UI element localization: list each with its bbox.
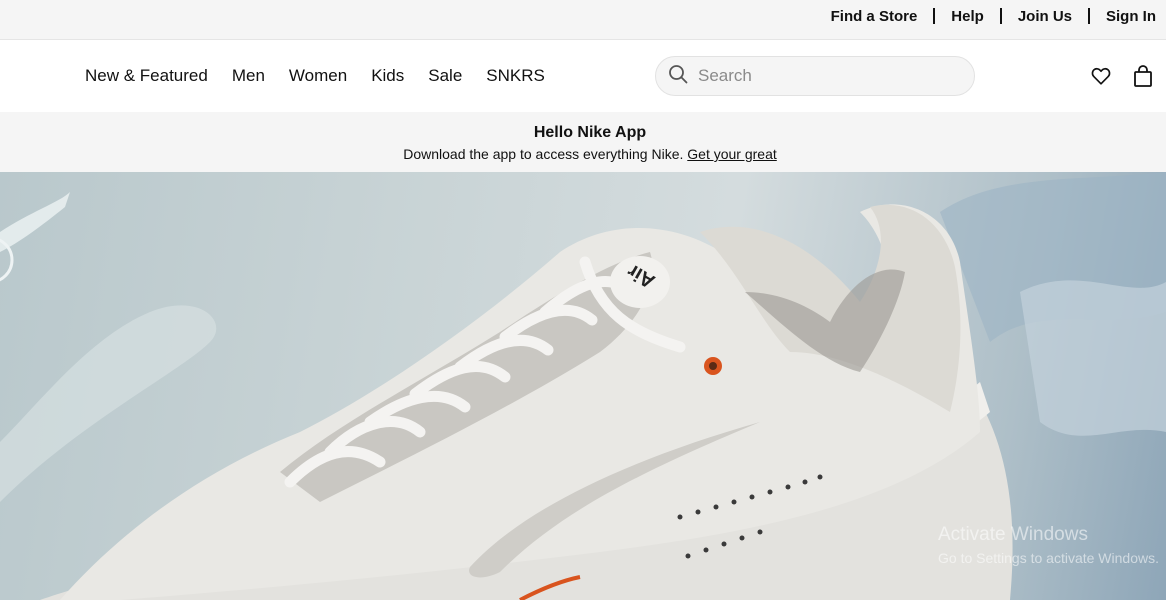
nav-item-women[interactable]: Women bbox=[289, 66, 347, 86]
main-nav: New & Featured Men Women Kids Sale SNKRS bbox=[85, 40, 545, 112]
utility-bar: Find a Store Help Join Us Sign In bbox=[0, 0, 1166, 40]
nav-item-snkrs[interactable]: SNKRS bbox=[486, 66, 545, 86]
search-input[interactable] bbox=[698, 66, 948, 86]
help-link[interactable]: Help bbox=[951, 8, 984, 25]
nav-item-sale[interactable]: Sale bbox=[428, 66, 462, 86]
watermark-subtitle: Go to Settings to activate Windows. bbox=[938, 550, 1159, 566]
app-promo-banner: Hello Nike App Download the app to acces… bbox=[0, 112, 1166, 172]
bag-icon[interactable] bbox=[1132, 64, 1154, 93]
promo-title: Hello Nike App bbox=[533, 124, 647, 141]
hero-image[interactable]: Air Activate Windows Go to Settings to a… bbox=[0, 172, 1166, 600]
nav-item-kids[interactable]: Kids bbox=[371, 66, 404, 86]
divider bbox=[1088, 8, 1090, 24]
get-your-great-link[interactable]: Get your great bbox=[687, 146, 777, 162]
search-box[interactable] bbox=[655, 56, 975, 96]
promo-text-line: Download the app to access everything Ni… bbox=[14, 146, 1166, 163]
nav-item-men[interactable]: Men bbox=[232, 66, 265, 86]
search-icon[interactable] bbox=[668, 64, 688, 89]
watermark-title: Activate Windows bbox=[938, 524, 1088, 545]
heart-icon[interactable] bbox=[1090, 65, 1112, 92]
main-header: New & Featured Men Women Kids Sale SNKRS bbox=[0, 40, 1166, 112]
divider bbox=[933, 8, 936, 24]
utility-links: Find a Store Help Join Us Sign In bbox=[831, 0, 1156, 32]
sign-in-link[interactable]: Sign In bbox=[1106, 8, 1156, 25]
promo-text: Download the app to access everything Ni… bbox=[403, 146, 684, 162]
divider bbox=[999, 8, 1002, 24]
join-us-link[interactable]: Join Us bbox=[1018, 8, 1072, 25]
find-a-store-link[interactable]: Find a Store bbox=[831, 8, 918, 25]
nav-item-new-featured[interactable]: New & Featured bbox=[85, 66, 208, 86]
activate-windows-watermark: Activate Windows Go to Settings to activ… bbox=[938, 524, 1159, 568]
header-icons bbox=[1090, 64, 1154, 93]
